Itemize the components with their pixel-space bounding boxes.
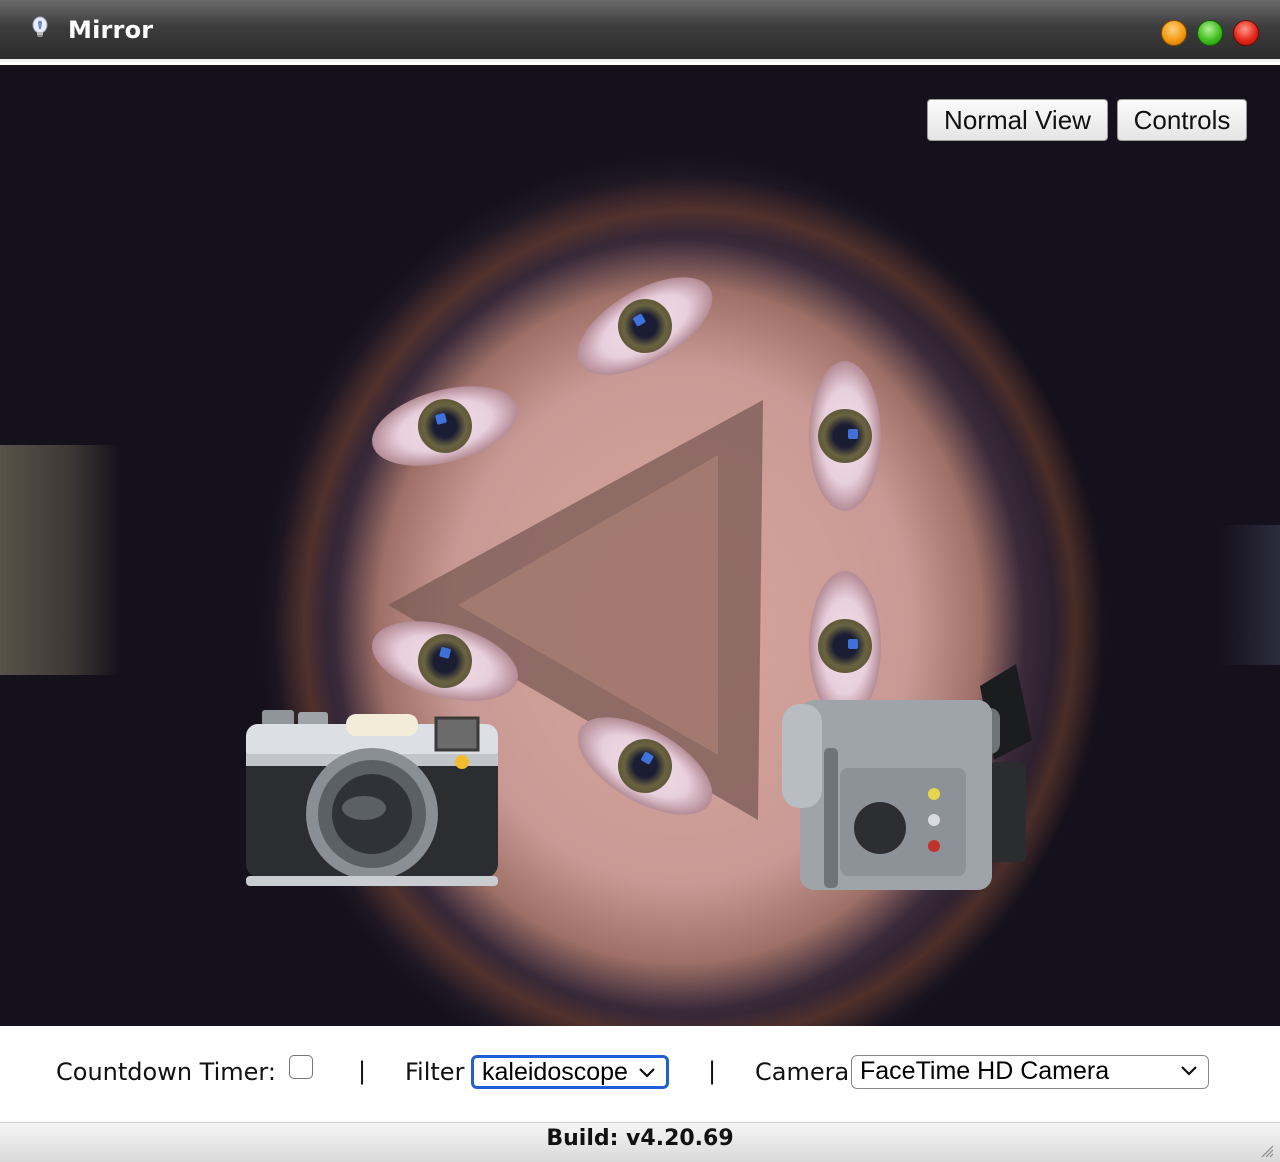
camera-label: Camera — [755, 1058, 850, 1086]
eye-reflection — [809, 361, 881, 511]
chevron-down-icon — [639, 1068, 655, 1078]
resize-grip-icon[interactable] — [1258, 1142, 1274, 1158]
camera-select[interactable]: FaceTime HD Camera — [851, 1055, 1209, 1089]
record-video-button[interactable] — [780, 664, 1036, 894]
title-bar[interactable]: Mirror — [0, 0, 1280, 62]
maximize-button[interactable] — [1197, 20, 1223, 46]
mirror-window: Mirror Normal View Controls Countdown Ti… — [0, 0, 1280, 1162]
normal-view-button[interactable]: Normal View — [927, 99, 1108, 141]
take-photo-button[interactable] — [246, 710, 498, 886]
video-camera-icon — [782, 664, 1032, 890]
filter-label: Filter — [405, 1058, 465, 1086]
chevron-down-icon — [1181, 1066, 1197, 1076]
minimize-button[interactable] — [1161, 20, 1187, 46]
countdown-timer-label: Countdown Timer: — [56, 1058, 276, 1086]
filter-select-value: kaleidoscope — [482, 1058, 628, 1086]
close-button[interactable] — [1233, 20, 1259, 46]
controls-button[interactable]: Controls — [1117, 99, 1247, 141]
lightbulb-icon — [32, 16, 48, 37]
separator: | — [708, 1057, 717, 1085]
status-bar: Build: v4.20.69 — [0, 1122, 1280, 1162]
separator: | — [358, 1057, 367, 1085]
build-version: Build: v4.20.69 — [546, 1126, 734, 1151]
window-title: Mirror — [68, 16, 154, 44]
countdown-timer-checkbox[interactable] — [289, 1055, 313, 1079]
camera-select-value: FaceTime HD Camera — [860, 1057, 1110, 1085]
filter-select[interactable]: kaleidoscope — [471, 1055, 669, 1089]
camera-icon — [246, 710, 498, 886]
camera-preview — [0, 65, 1280, 1026]
